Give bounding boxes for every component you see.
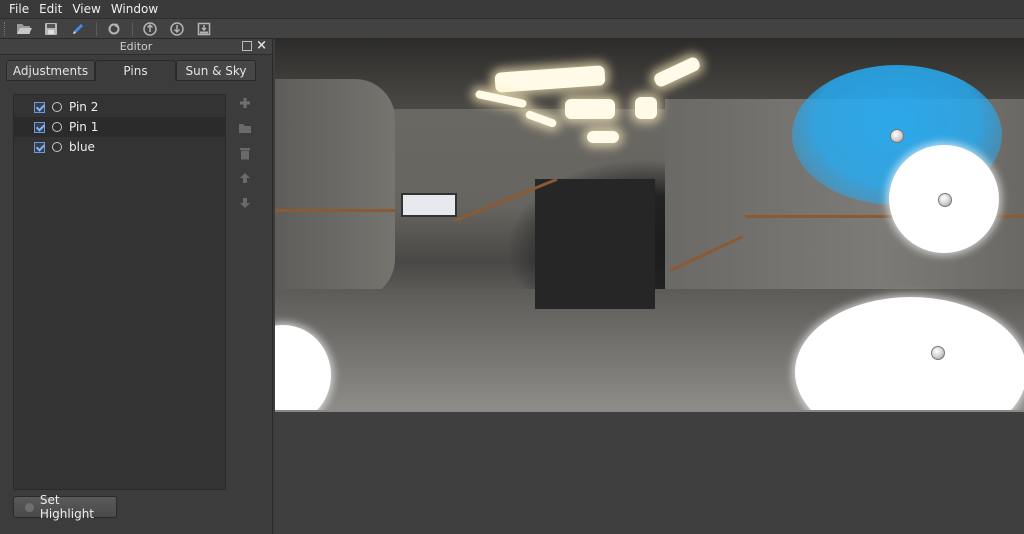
tab-adjustments[interactable]: Adjustments (6, 60, 95, 81)
pin-row-blue[interactable]: blue (14, 137, 225, 157)
ceiling-light (635, 97, 657, 119)
toolbar-separator (132, 21, 133, 36)
toolbar-grip[interactable] (4, 21, 7, 36)
pin-radio[interactable] (52, 142, 62, 152)
handrail (275, 209, 395, 212)
menu-file[interactable]: File (4, 0, 34, 18)
pin-row-pin-1[interactable]: Pin 1 (14, 117, 225, 137)
editor-tabs: Adjustments Pins Sun & Sky (6, 60, 256, 81)
editor-title: Editor (119, 40, 153, 53)
open-folder-icon[interactable] (13, 20, 35, 38)
tab-pins[interactable]: Pins (95, 60, 176, 81)
pencil-icon[interactable] (67, 20, 89, 38)
close-icon[interactable]: × (256, 38, 267, 53)
pin-name: Pin 1 (69, 120, 99, 134)
toolbar-separator (96, 21, 97, 36)
pin-visibility-checkbox[interactable] (34, 101, 45, 113)
pin-handle-pin-1[interactable] (938, 193, 952, 207)
viewport[interactable] (275, 39, 1024, 534)
pin-visibility-checkbox[interactable] (34, 141, 45, 153)
menubar: File Edit View Window (0, 0, 1024, 18)
toolbar (0, 18, 1024, 39)
save-icon[interactable] (40, 20, 62, 38)
editor-panel: Editor × Adjustments Pins Sun & Sky Pin … (0, 38, 273, 534)
pin-radio[interactable] (52, 102, 62, 112)
set-highlight-button[interactable]: Set Highlight (13, 493, 117, 521)
menu-view[interactable]: View (67, 0, 105, 18)
import-icon[interactable] (193, 20, 215, 38)
window (401, 193, 457, 217)
menu-edit[interactable]: Edit (34, 0, 67, 18)
panorama-image[interactable] (275, 39, 1024, 412)
add-icon[interactable] (237, 95, 253, 111)
ceiling-light (565, 99, 615, 119)
arrow-up-icon[interactable] (237, 170, 253, 186)
editor-title-bar: Editor × (0, 38, 272, 55)
ceiling-light (587, 131, 619, 143)
pin-row-pin-2[interactable]: Pin 2 (14, 97, 225, 117)
tab-sun-sky[interactable]: Sun & Sky (176, 60, 256, 81)
set-highlight-label: Set Highlight (39, 493, 95, 521)
pin-name: Pin 2 (69, 100, 99, 114)
highlight-icon (25, 502, 34, 512)
stairwell (535, 179, 655, 309)
arrow-down-icon[interactable] (237, 195, 253, 211)
pin-visibility-checkbox[interactable] (34, 121, 45, 133)
folder-icon[interactable] (237, 120, 253, 136)
pin-tools (234, 95, 256, 220)
pin-radio[interactable] (52, 122, 62, 132)
pin-handle-pin-2[interactable] (931, 346, 945, 360)
pin-name: blue (69, 140, 95, 154)
export-down-icon[interactable] (166, 20, 188, 38)
refresh-icon[interactable] (103, 20, 125, 38)
left-wall (275, 79, 395, 299)
pin-list: Pin 2 Pin 1 blue (13, 94, 226, 490)
pin-handle-blue[interactable] (890, 129, 904, 143)
undock-icon[interactable] (242, 41, 252, 51)
menu-window[interactable]: Window (106, 0, 163, 18)
trash-icon[interactable] (237, 145, 253, 161)
export-up-icon[interactable] (139, 20, 161, 38)
